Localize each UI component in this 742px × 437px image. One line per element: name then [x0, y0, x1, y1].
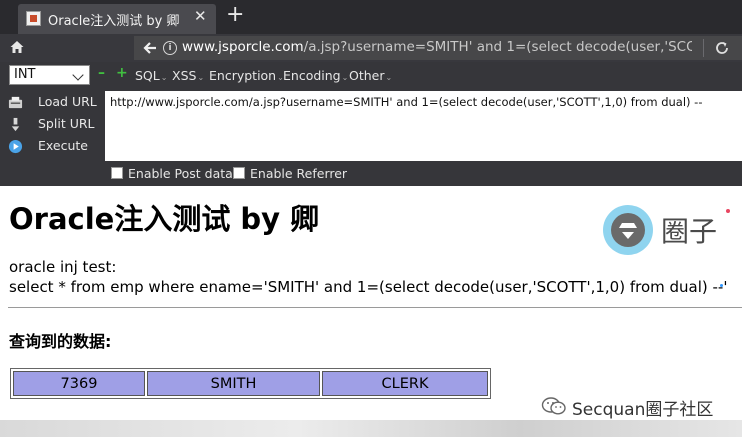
enable-post-label: Enable Post data — [128, 166, 233, 181]
new-tab-button[interactable]: + — [226, 2, 244, 28]
split-url-icon — [11, 117, 20, 132]
url-bar[interactable]: i www.jsporcle.com/a.jsp?username=SMITH'… — [134, 36, 742, 60]
execute-button[interactable]: Execute — [6, 137, 101, 157]
browser-tab[interactable]: Oracle注入测试 by 卿 ✕ — [18, 4, 216, 34]
enable-post-checkbox[interactable] — [111, 167, 123, 179]
url-text[interactable]: www.jsporcle.com/a.jsp?username=SMITH' a… — [182, 39, 692, 55]
watermark-text: Secquan圈子社区 — [572, 400, 714, 420]
result-heading: 查询到的数据: — [9, 332, 112, 351]
load-url-label: Load URL — [38, 94, 97, 109]
cursor-dot — [720, 284, 723, 287]
chevron-down-icon — [72, 69, 84, 81]
logo-icon — [603, 205, 653, 255]
menu-encoding[interactable]: Encoding⌄ — [283, 68, 348, 83]
split-url-label: Split URL — [38, 116, 95, 131]
execute-label: Execute — [38, 138, 88, 153]
tab-strip: Oracle注入测试 by 卿 ✕ + — [0, 0, 742, 34]
injection-type-value: INT — [14, 67, 36, 82]
divider — [8, 307, 742, 308]
result-table: 7369 SMITH CLERK — [10, 368, 491, 399]
load-url-icon — [8, 96, 23, 109]
table-row: 7369 SMITH CLERK — [13, 371, 488, 396]
hackbar-url-textarea[interactable]: http://www.jsporcle.com/a.jsp?username=S… — [105, 91, 742, 161]
menu-encryption[interactable]: Encryption⌄ — [209, 68, 284, 83]
logo-dot — [726, 209, 730, 213]
logo-text: 圈子 — [661, 215, 718, 248]
page-title: Oracle注入测试 by 卿 — [9, 202, 320, 236]
bottom-strip — [0, 420, 742, 437]
url-path: /a.jsp?username=SMITH' and 1=(select dec… — [303, 39, 692, 55]
split-url-button[interactable]: Split URL — [6, 115, 101, 135]
url-divider — [703, 39, 704, 57]
url-host: www.jsporcle.com — [182, 39, 304, 55]
reload-icon[interactable] — [714, 40, 730, 56]
close-tab-icon[interactable]: ✕ — [194, 7, 207, 25]
home-icon[interactable] — [9, 39, 25, 55]
table-cell-job: CLERK — [322, 371, 488, 396]
menu-sql[interactable]: SQL⌄ — [135, 68, 167, 83]
enable-referrer-label: Enable Referrer — [250, 166, 348, 181]
play-icon — [8, 139, 23, 154]
intro-text: oracle inj test: — [9, 258, 117, 276]
table-cell-empno: 7369 — [13, 371, 145, 396]
menu-xss[interactable]: XSS⌄ — [172, 68, 204, 83]
increase-button[interactable]: + — [116, 65, 128, 81]
decrease-button[interactable]: – — [98, 65, 105, 81]
load-url-button[interactable]: Load URL — [6, 93, 101, 113]
enable-referrer-checkbox[interactable] — [233, 167, 245, 179]
menu-other[interactable]: Other⌄ — [349, 68, 392, 83]
back-arrow-icon[interactable] — [142, 40, 158, 56]
hat-icon — [619, 223, 637, 239]
favicon-icon — [26, 11, 41, 26]
tab-title: Oracle注入测试 by 卿 — [48, 14, 180, 29]
sql-query-text: select * from emp where ename='SMITH' an… — [9, 278, 728, 296]
injection-type-select[interactable]: INT — [9, 65, 90, 85]
navigation-bar: i www.jsporcle.com/a.jsp?username=SMITH'… — [0, 34, 742, 62]
table-cell-ename: SMITH — [147, 371, 320, 396]
hackbar-panel: INT – + SQL⌄ XSS⌄ Encryption⌄ Encoding⌄ … — [0, 62, 742, 186]
site-info-icon[interactable]: i — [163, 41, 177, 55]
wechat-icon — [541, 397, 566, 415]
